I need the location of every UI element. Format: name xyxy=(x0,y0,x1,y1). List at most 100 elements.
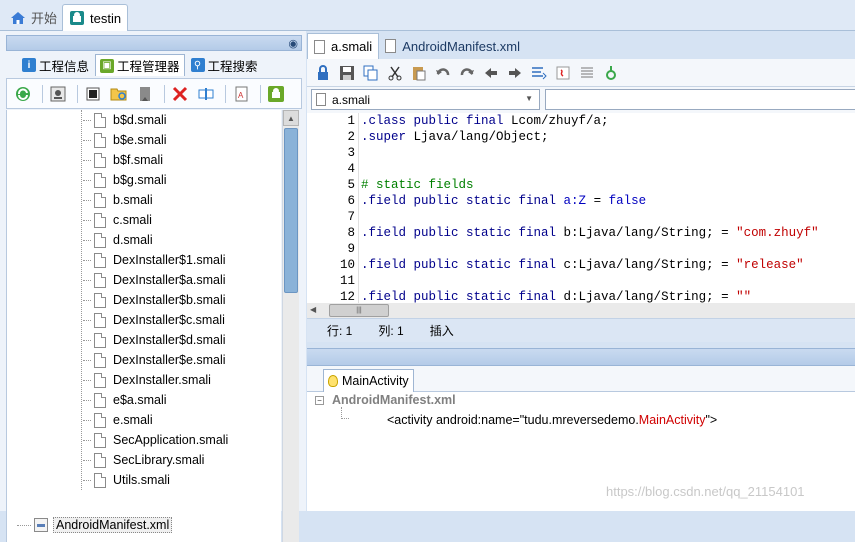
copy-icon[interactable] xyxy=(362,64,380,82)
editor-toolbar xyxy=(307,59,855,87)
xml-activity-prefix: <activity android:name="tudu.mreversedem… xyxy=(387,413,639,427)
tree-item[interactable]: d.smali xyxy=(83,230,153,250)
class-selector[interactable]: a.smali ▼ xyxy=(311,89,540,110)
format-icon[interactable] xyxy=(530,64,548,82)
tab-android-manifest[interactable]: AndroidManifest.xml xyxy=(379,33,526,59)
tab-project-search[interactable]: ⚲ 工程搜索 xyxy=(187,54,262,76)
scroll-thumb[interactable]: ||| xyxy=(329,304,389,317)
scroll-up-arrow[interactable]: ▲ xyxy=(283,110,299,126)
code-line: 9 xyxy=(307,241,855,257)
code-token: .field public static final xyxy=(361,194,564,208)
tree-item[interactable]: b$d.smali xyxy=(83,110,167,130)
top-tab-testin[interactable]: testin xyxy=(62,4,129,31)
panel-splitter[interactable] xyxy=(307,348,855,366)
scroll-thumb[interactable] xyxy=(284,128,298,293)
top-tab-testin-label: testin xyxy=(90,10,122,26)
tree-item-manifest[interactable]: AndroidManifest.xml xyxy=(7,515,281,535)
code-text: .field public static final d:Ljava/lang/… xyxy=(361,289,751,303)
tree-item[interactable]: Utils.smali xyxy=(83,470,170,490)
collapse-icon[interactable]: − xyxy=(315,395,324,405)
redo-icon[interactable] xyxy=(458,64,476,82)
tab-main-activity[interactable]: MainActivity xyxy=(323,369,414,392)
tree-connector xyxy=(17,524,31,526)
text-align-icon[interactable] xyxy=(578,64,596,82)
delete-icon[interactable] xyxy=(169,83,191,105)
project-tree[interactable]: b$d.smali b$e.smali b$f.smali b$g.smali b.sm… xyxy=(6,110,281,542)
tree-item-label: c.smali xyxy=(113,213,152,227)
bookmark-icon[interactable] xyxy=(134,83,156,105)
refresh-icon[interactable] xyxy=(12,83,34,105)
forward-icon[interactable] xyxy=(506,64,524,82)
member-selector[interactable] xyxy=(545,89,855,110)
code-line: 3 xyxy=(307,145,855,161)
tree-item[interactable]: b$g.smali xyxy=(83,170,167,190)
code-text: .field public static final c:Ljava/lang/… xyxy=(361,257,804,273)
save-icon[interactable] xyxy=(338,64,356,82)
file-icon xyxy=(94,252,106,268)
tree-scrollbar[interactable]: ▲ xyxy=(282,110,299,542)
navigation-bar: a.smali ▼ xyxy=(307,87,855,113)
lock-icon[interactable] xyxy=(314,64,332,82)
line-number: 8 xyxy=(347,226,355,240)
status-bar: 行: 1 列: 1 插入 xyxy=(307,318,855,342)
xml-root-node[interactable]: − AndroidManifest.xml xyxy=(315,393,456,407)
tree-item[interactable]: DexInstaller$b.smali xyxy=(83,290,226,310)
project-pane: ◉ i 工程信息 ▣ 工程管理器 ⚲ 工程搜索 A b$d.smali b$e.… xyxy=(0,31,306,542)
tree-item[interactable]: b$e.smali xyxy=(83,130,167,150)
eye-icon[interactable]: ◉ xyxy=(288,37,298,50)
rename-icon[interactable] xyxy=(195,83,217,105)
tree-item[interactable]: DexInstaller.smali xyxy=(83,370,211,390)
code-token: "" xyxy=(736,290,752,303)
code-editor[interactable]: 1 .class public final Lcom/zhuyf/a; 2 .supe… xyxy=(307,113,855,303)
tree-item-label: DexInstaller$b.smali xyxy=(113,293,226,307)
tab-project-manager-label: 工程管理器 xyxy=(117,60,180,74)
tree-item[interactable]: e$a.smali xyxy=(83,390,167,410)
tree-connector xyxy=(83,339,91,341)
file-icon xyxy=(385,39,397,53)
file-icon xyxy=(314,39,325,54)
toolbar-separator xyxy=(225,84,226,103)
line-number: 4 xyxy=(347,162,355,176)
undo-icon[interactable] xyxy=(434,64,452,82)
tree-connector xyxy=(83,479,91,481)
tree-item[interactable]: e.smali xyxy=(83,410,153,430)
tab-a-smali[interactable]: a.smali xyxy=(307,33,380,59)
tree-item[interactable]: DexInstaller$e.smali xyxy=(83,350,226,370)
install-icon[interactable] xyxy=(47,83,69,105)
terminal-icon[interactable] xyxy=(82,83,104,105)
top-tab-start-label: 开始 xyxy=(31,11,58,26)
code-hscrollbar[interactable]: ◀ ||| xyxy=(307,303,855,318)
code-token: .field public static final xyxy=(361,258,564,272)
project-pane-header: ◉ xyxy=(6,35,302,51)
tab-project-info[interactable]: i 工程信息 xyxy=(18,54,93,76)
tree-item[interactable]: SecApplication.smali xyxy=(83,430,228,450)
tree-item-label: b.smali xyxy=(113,193,153,207)
file-icon xyxy=(94,392,106,408)
tree-item[interactable]: DexInstaller$1.smali xyxy=(83,250,226,270)
back-icon[interactable] xyxy=(482,64,500,82)
tree-item[interactable]: b.smali xyxy=(83,190,153,210)
tree-item[interactable]: DexInstaller$c.smali xyxy=(83,310,225,330)
java-icon[interactable] xyxy=(554,64,572,82)
code-token: .field public static final xyxy=(361,290,564,303)
paste-icon[interactable] xyxy=(410,64,428,82)
tree-item-label: e.smali xyxy=(113,413,153,427)
line-number: 10 xyxy=(339,258,355,272)
open-folder-icon[interactable] xyxy=(108,83,130,105)
text-file-icon[interactable]: A xyxy=(230,83,252,105)
cut-icon[interactable] xyxy=(386,64,404,82)
tree-item[interactable]: DexInstaller$d.smali xyxy=(83,330,226,350)
tree-item[interactable]: b$f.smali xyxy=(83,150,163,170)
tab-a-smali-label: a.smali xyxy=(331,39,373,54)
tree-item[interactable]: DexInstaller$a.smali xyxy=(83,270,226,290)
toolbar-separator xyxy=(77,84,78,103)
tree-item[interactable]: c.smali xyxy=(83,210,152,230)
top-tab-start[interactable]: 开始 xyxy=(4,4,63,31)
tab-project-manager[interactable]: ▣ 工程管理器 xyxy=(95,54,185,76)
file-icon xyxy=(94,332,106,348)
debug-icon[interactable] xyxy=(602,64,620,82)
scroll-left-arrow[interactable]: ◀ xyxy=(310,305,316,314)
build-apk-icon[interactable] xyxy=(265,83,287,105)
tree-item[interactable]: SecLibrary.smali xyxy=(83,450,204,470)
xml-activity-node[interactable]: <activity android:name="tudu.mreversedem… xyxy=(387,413,717,427)
